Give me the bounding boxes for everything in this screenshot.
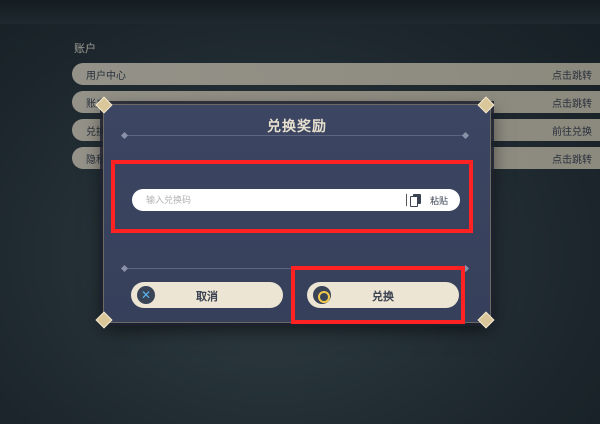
dialog-title: 兑换奖励 xyxy=(267,119,327,135)
cancel-label: 取消 xyxy=(196,290,218,303)
button-highlight-box xyxy=(291,266,465,324)
cancel-button[interactable]: ✕ 取消 xyxy=(131,282,283,308)
input-highlight-box xyxy=(111,160,473,233)
title-divider xyxy=(125,135,465,136)
